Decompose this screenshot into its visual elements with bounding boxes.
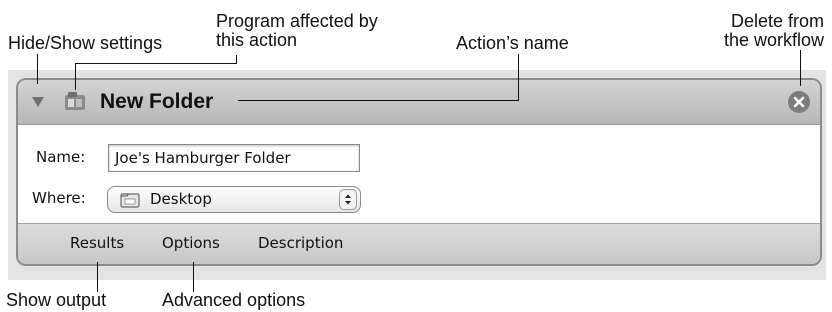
triangle-down-icon[interactable]	[32, 97, 44, 107]
tab-options[interactable]: Options	[162, 234, 220, 252]
callout-delete-line1: Delete from	[730, 11, 824, 31]
callout-action-name: Action’s name	[456, 33, 569, 53]
tab-results[interactable]: Results	[70, 234, 124, 252]
callout-hide-show-settings: Hide/Show settings	[8, 33, 163, 53]
callout-show-output: Show output	[6, 290, 107, 310]
tab-description[interactable]: Description	[258, 234, 343, 252]
callout-advanced-options: Advanced options	[162, 290, 306, 310]
where-label: Where:	[32, 189, 86, 207]
popup-stepper-arrows-icon	[339, 189, 357, 210]
where-selected-value: Desktop	[150, 190, 212, 208]
callout-delete-from-workflow: Delete from the workflow	[696, 12, 824, 50]
folder-icon	[120, 193, 140, 208]
action-title-bar: New Folder	[18, 80, 820, 125]
leader-line-delete	[800, 50, 801, 86]
action-name-title: New Folder	[100, 90, 214, 113]
leader-line-program-horizontal	[75, 63, 237, 64]
close-x-icon[interactable]	[788, 91, 810, 113]
callout-program-affected: Program affected by this action	[216, 12, 378, 50]
callout-delete-line2: the workflow	[723, 30, 824, 50]
folder-name-field[interactable]: Joe's Hamburger Folder	[108, 144, 360, 172]
finder-icon	[65, 92, 85, 110]
leader-line-action-name-vertical	[518, 54, 519, 101]
leader-line-hide-show	[37, 54, 38, 84]
leader-line-program-down	[75, 63, 76, 90]
action-panel: New Folder Name: Joe's Hamburger Folder …	[16, 78, 822, 266]
leader-line-advanced-options	[193, 262, 194, 292]
leader-line-action-name-horizontal	[238, 100, 519, 101]
callout-program-line2: this action	[216, 30, 298, 50]
where-popup-menu[interactable]: Desktop	[107, 186, 361, 213]
action-settings-area: Name: Joe's Hamburger Folder Where: Desk…	[18, 125, 820, 225]
name-label: Name:	[36, 148, 86, 166]
leader-line-show-output	[97, 262, 98, 292]
callout-program-line1: Program affected by	[216, 11, 378, 31]
action-options-bar: Results Options Description	[18, 223, 820, 264]
